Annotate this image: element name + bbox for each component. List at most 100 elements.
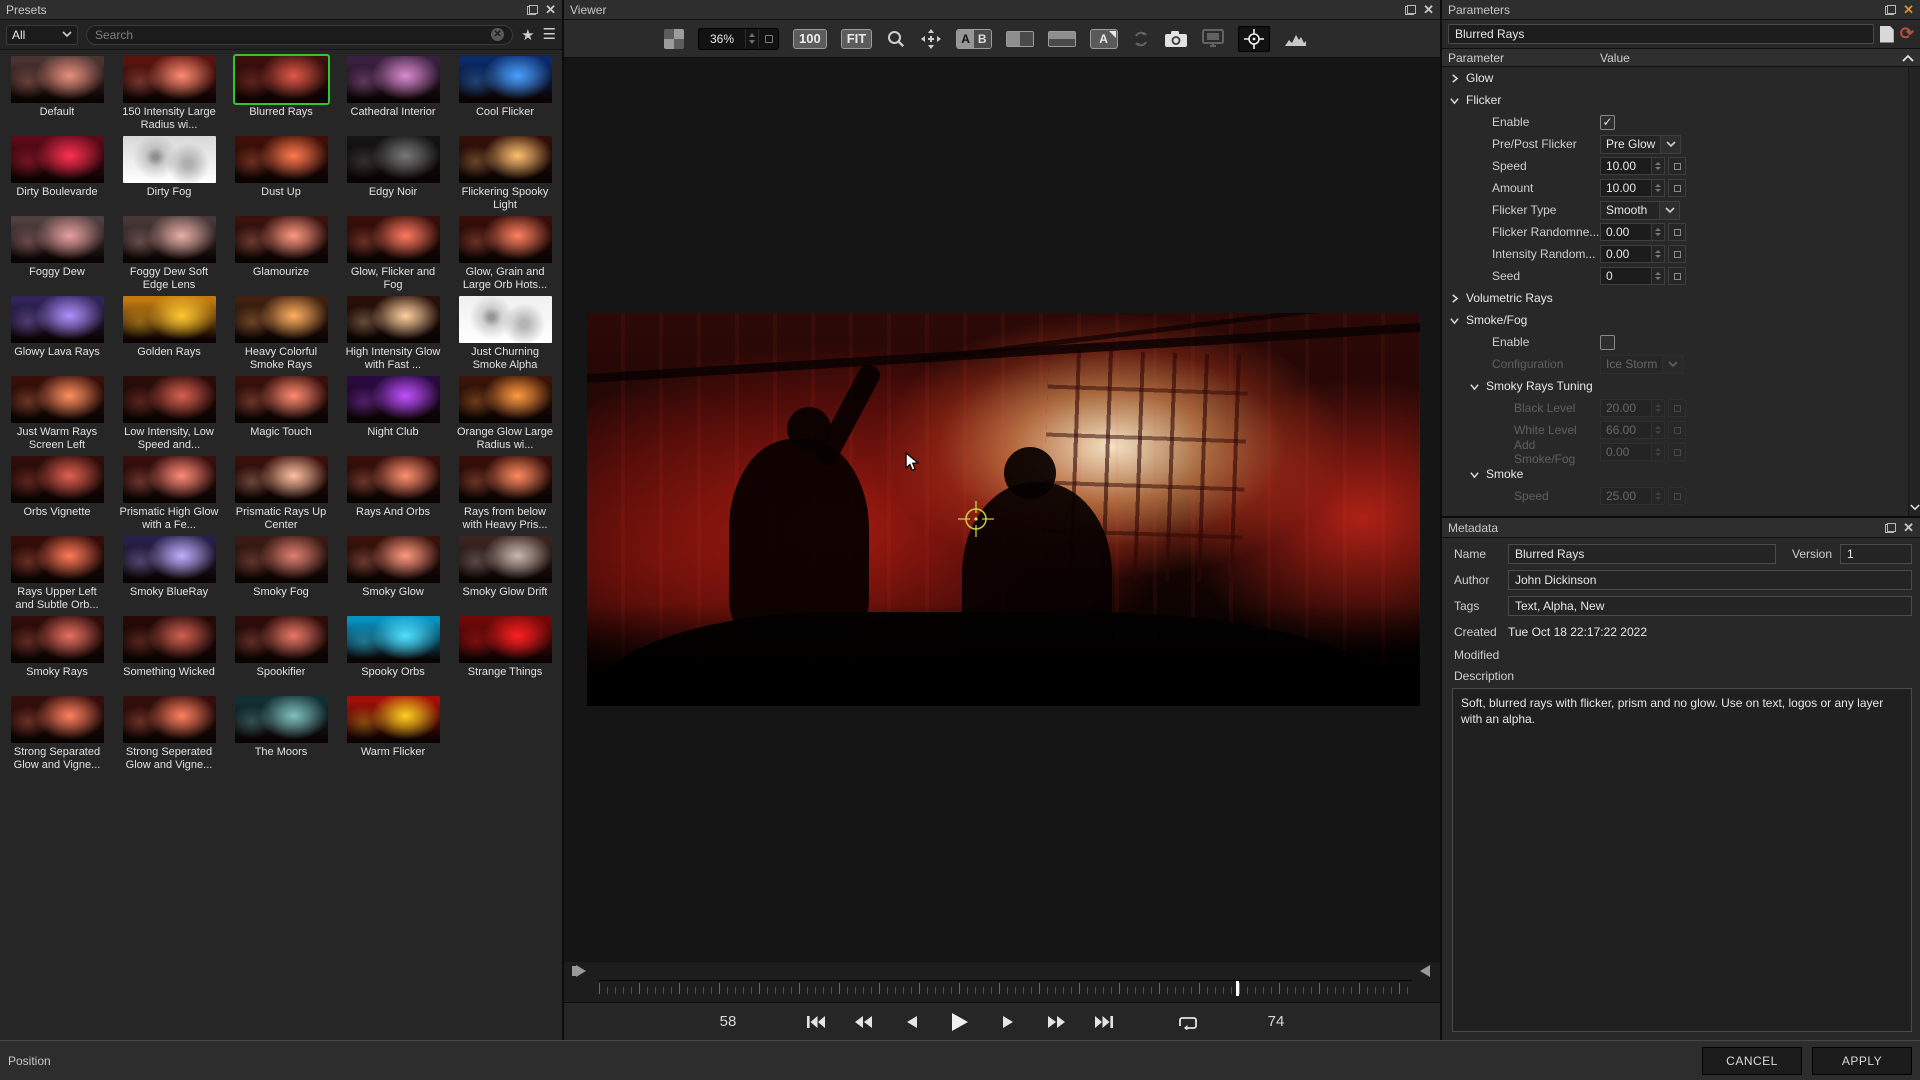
preset-thumbnail[interactable]: [123, 456, 216, 503]
name-field[interactable]: Blurred Rays: [1508, 544, 1776, 564]
preset-item-golden-rays[interactable]: Golden Rays: [116, 296, 222, 376]
preset-item-glowy-lava-rays[interactable]: Glowy Lava Rays: [4, 296, 110, 376]
dropdown-flicker-type[interactable]: Smooth: [1600, 201, 1680, 220]
fast-forward-button[interactable]: [1043, 1011, 1069, 1033]
go-to-start-button[interactable]: [803, 1011, 829, 1033]
checkbox-unchecked[interactable]: [1600, 335, 1615, 350]
value-spinner[interactable]: [1652, 487, 1665, 505]
preset-thumbnail[interactable]: [11, 216, 104, 263]
preset-item-smoky-glow[interactable]: Smoky Glow: [340, 536, 446, 616]
float-panel-icon[interactable]: [1885, 523, 1896, 533]
preset-item-blurred-rays[interactable]: Blurred Rays: [228, 56, 334, 136]
value-spinner[interactable]: [1652, 399, 1665, 417]
preset-thumbnail[interactable]: [459, 56, 552, 103]
reset-value-button[interactable]: [1668, 223, 1686, 241]
preset-thumbnail[interactable]: [459, 456, 552, 503]
number-field-add-smoke-fog[interactable]: 0.00: [1600, 443, 1652, 461]
target-crosshair-widget[interactable]: [948, 491, 1004, 550]
alpha-checkerboard-icon[interactable]: [664, 29, 684, 49]
preset-thumbnail[interactable]: [123, 136, 216, 183]
reload-preset-icon[interactable]: ⟳: [1900, 26, 1914, 42]
rgb-channels-icon[interactable]: [624, 30, 650, 48]
preset-thumbnail[interactable]: [459, 216, 552, 263]
timeline-ruler-area[interactable]: [564, 962, 1440, 1002]
reset-value-button[interactable]: [1668, 157, 1686, 175]
preset-item-smoky-blueray[interactable]: Smoky BlueRay: [116, 536, 222, 616]
zoom-reset-icon[interactable]: [758, 29, 778, 49]
number-field-intensity-random[interactable]: 0.00: [1600, 245, 1652, 263]
split-horizontal-icon[interactable]: [1048, 31, 1076, 47]
expand-chevron-icon[interactable]: [1450, 294, 1460, 303]
current-frame-number[interactable]: 58: [711, 1013, 745, 1030]
preset-thumbnail[interactable]: [235, 536, 328, 583]
preset-thumbnail[interactable]: [347, 136, 440, 183]
close-panel-icon[interactable]: ✕: [1903, 5, 1914, 15]
pan-tool-icon[interactable]: [920, 27, 942, 51]
description-field[interactable]: Soft, blurred rays with flicker, prism a…: [1452, 688, 1912, 1032]
dropdown-configuration[interactable]: Ice Storm: [1600, 355, 1683, 374]
preset-item-something-wicked[interactable]: Something Wicked: [116, 616, 222, 696]
zoom-spinner[interactable]: [745, 29, 758, 49]
preset-item-strong-separated-glow-and-vigne[interactable]: Strong Separated Glow and Vigne...: [4, 696, 110, 776]
preset-item-glamourize[interactable]: Glamourize: [228, 216, 334, 296]
preset-thumbnail[interactable]: [11, 536, 104, 583]
preset-thumbnail[interactable]: [235, 216, 328, 263]
preset-item-warm-flicker[interactable]: Warm Flicker: [340, 696, 446, 776]
preset-item-orange-glow-large-radius-wi[interactable]: Orange Glow Large Radius wi...: [452, 376, 558, 456]
preset-item-150-intensity-large-radius-wi[interactable]: 150 Intensity Large Radius wi...: [116, 56, 222, 136]
close-panel-icon[interactable]: ✕: [1903, 523, 1914, 533]
number-field-speed[interactable]: 10.00: [1600, 157, 1652, 175]
crosshair-tool-button[interactable]: [1238, 26, 1270, 52]
preset-thumbnail[interactable]: [459, 136, 552, 183]
favorites-star-icon[interactable]: ★: [521, 26, 534, 44]
reset-value-button[interactable]: [1668, 245, 1686, 263]
cancel-button[interactable]: CANCEL: [1702, 1047, 1802, 1075]
preset-thumbnail[interactable]: [347, 536, 440, 583]
rewind-button[interactable]: [851, 1011, 877, 1033]
scroll-down-icon[interactable]: [1910, 500, 1920, 514]
play-button[interactable]: [947, 1011, 973, 1033]
range-start-handle[interactable]: [576, 965, 586, 977]
preset-thumbnail[interactable]: [347, 456, 440, 503]
preset-thumbnail[interactable]: [123, 296, 216, 343]
preset-thumbnail[interactable]: [11, 696, 104, 743]
preset-name-input[interactable]: Blurred Rays: [1448, 24, 1874, 44]
number-field-flicker-randomne[interactable]: 0.00: [1600, 223, 1652, 241]
preset-thumbnail[interactable]: [235, 136, 328, 183]
range-end-handle[interactable]: [1420, 965, 1430, 977]
preset-item-just-warm-rays-screen-left[interactable]: Just Warm Rays Screen Left: [4, 376, 110, 456]
dropdown-pre-post-flicker[interactable]: Pre Glow: [1600, 135, 1681, 154]
preset-thumbnail[interactable]: [123, 536, 216, 583]
value-spinner[interactable]: [1652, 245, 1665, 263]
preset-thumbnail[interactable]: [123, 616, 216, 663]
float-panel-icon[interactable]: [1405, 5, 1416, 15]
reset-value-button[interactable]: [1668, 267, 1686, 285]
preset-thumbnail[interactable]: [11, 376, 104, 423]
loop-playback-icon[interactable]: [1175, 1011, 1201, 1033]
preset-item-rays-upper-left-and-subtle-orb[interactable]: Rays Upper Left and Subtle Orb...: [4, 536, 110, 616]
reset-value-button[interactable]: [1668, 443, 1686, 461]
close-panel-icon[interactable]: ✕: [545, 5, 556, 15]
preset-thumbnail[interactable]: [235, 296, 328, 343]
float-panel-icon[interactable]: [527, 5, 538, 15]
playhead-marker[interactable]: [1236, 981, 1239, 996]
step-back-button[interactable]: [899, 1011, 925, 1033]
preset-thumbnail[interactable]: [459, 376, 552, 423]
preset-thumbnail[interactable]: [123, 56, 216, 103]
preset-item-strong-seperated-glow-and-vigne[interactable]: Strong Seperated Glow and Vigne...: [116, 696, 222, 776]
number-field-amount[interactable]: 10.00: [1600, 179, 1652, 197]
preset-item-the-moors[interactable]: The Moors: [228, 696, 334, 776]
preset-item-smoky-rays[interactable]: Smoky Rays: [4, 616, 110, 696]
scroll-up-icon[interactable]: [1902, 51, 1914, 65]
hamburger-menu-icon[interactable]: ☰: [543, 30, 556, 40]
preset-item-smoky-glow-drift[interactable]: Smoky Glow Drift: [452, 536, 558, 616]
search-input[interactable]: Search ✕: [86, 25, 513, 45]
preset-thumbnail[interactable]: [347, 376, 440, 423]
zoom-100-button[interactable]: 100: [793, 29, 827, 49]
preset-item-spookifier[interactable]: Spookifier: [228, 616, 334, 696]
ab-compare-button[interactable]: A B: [956, 29, 991, 49]
preset-item-foggy-dew[interactable]: Foggy Dew: [4, 216, 110, 296]
collapse-chevron-icon[interactable]: [1470, 382, 1480, 391]
version-field[interactable]: 1: [1840, 544, 1912, 564]
reset-value-button[interactable]: [1668, 399, 1686, 417]
